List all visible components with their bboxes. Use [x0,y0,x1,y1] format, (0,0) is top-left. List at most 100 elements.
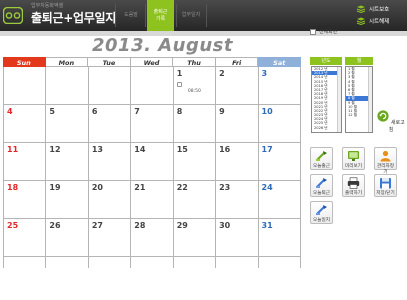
day-number: 25 [7,221,19,230]
tab-work-journal[interactable]: 업무일지 [178,0,204,31]
journal-button[interactable]: 오늘일지 [310,201,333,224]
calendar-day-cell[interactable]: 26 [46,219,89,256]
calendar-day-cell[interactable]: 31 [258,219,301,256]
calendar-day-cell[interactable]: 6 [88,105,132,142]
calendar-day-cell[interactable]: 17 [258,143,301,180]
calendar-day-cell[interactable]: 27 [88,219,132,256]
action-button-label: 출력하기 [345,191,362,196]
nav-divider [206,4,207,27]
tab-help[interactable]: 도움말 [118,0,144,31]
check-out-button[interactable]: 오늘퇴근 [310,174,333,197]
check-in-time: 08:50 [187,89,201,94]
month-list-scrollbar[interactable] [368,67,372,132]
fullscreen-toggle[interactable]: 전체화면 [310,28,337,35]
protect-sheet-label: 시트보호 [369,6,390,13]
day-number: 18 [7,183,19,192]
monitor-icon [348,151,359,161]
app-window: 업무자동화엑셀 출퇴근+업무일지 도움말 출퇴근 기록 업무일지 시트보호 시트… [0,0,407,300]
calendar-day-cell[interactable] [46,67,89,104]
calendar-week-row: 25 26 27 28 29 30 31 [4,219,301,257]
day-number: 9 [219,107,225,116]
calendar-day-cell[interactable] [131,257,174,268]
year-listbox[interactable]: 2012 년 2013 년 2014 년 2015 년 2016 년 2017 년 2018… [311,66,342,133]
calendar-day-cell[interactable]: 18 [4,181,47,218]
calendar-week-row: 18 19 20 21 22 23 24 [4,181,301,219]
attendance-checkbox[interactable] [176,82,182,87]
layers-icon [356,5,366,13]
check-out-icon [316,178,327,188]
calendar-day-cell[interactable]: 12 [46,143,89,180]
day-number: 5 [49,107,55,116]
save-icon [380,178,391,189]
day-number: 28 [134,221,146,230]
protect-sheet-button[interactable]: 시트보호 [356,3,389,14]
calendar-day-cell[interactable]: 21 [131,181,174,218]
calendar-day-cell[interactable]: 10 [258,105,301,142]
day-number: 4 [7,107,13,116]
calendar-day-cell[interactable]: 14 [131,143,174,180]
calendar-day-cell[interactable]: 4 [4,105,47,142]
calendar-day-cell[interactable] [131,67,174,104]
check-in-icon [316,151,327,161]
monitor-button[interactable]: 미리보기 [342,147,365,170]
calendar-day-cell[interactable] [4,67,47,104]
day-number: 10 [261,107,273,116]
calendar-day-cell[interactable] [88,67,132,104]
day-number: 12 [49,145,61,154]
day-number: 24 [261,183,273,192]
day-number: 3 [261,69,268,78]
calendar-day-cell[interactable]: 29 [173,219,217,256]
calendar-day-cell[interactable]: 23 [216,181,259,218]
day-number: 31 [261,221,273,230]
refresh-label: 새로고침 [388,120,405,133]
calendar-day-cell[interactable] [4,257,47,268]
unprotect-sheet-button[interactable]: 시트해제 [356,15,389,26]
fullscreen-checkbox[interactable] [310,28,316,35]
calendar-grid: 1 08:50 2 3 4 5 6 7 8 9 10 11 12 13 14 15 16 17 18 19 20 21 22… [3,67,301,268]
calendar-day-cell[interactable]: 24 [258,181,301,218]
day-number: 2 [219,69,225,78]
weekday-header: Sat [258,57,302,67]
calendar-day-cell[interactable] [258,257,301,268]
calendar-day-cell[interactable]: 19 [46,181,89,218]
calendar-day-cell[interactable]: 15 [173,143,217,180]
month-title: 2013. August [92,35,233,56]
calendar-day-cell[interactable]: 30 [216,219,259,256]
day-number: 30 [219,221,231,230]
year-list-scrollbar[interactable] [337,67,341,132]
calendar-week-row: 11 12 13 14 15 16 17 [4,143,301,181]
calendar-day-cell[interactable]: 22 [173,181,217,218]
tab-attendance[interactable]: 출퇴근 기록 [147,0,174,31]
action-button-label: 오늘출근 [313,164,330,169]
calendar-day-cell[interactable]: 28 [131,219,174,256]
printer-button[interactable]: 출력하기 [342,174,365,197]
calendar-day-cell[interactable] [173,257,217,268]
refresh-button[interactable]: 새로고침 [376,110,406,133]
calendar-day-cell[interactable]: 3 [258,67,301,104]
calendar-day-cell[interactable]: 8 [173,105,217,142]
calendar-day-cell[interactable]: 1 08:50 [173,67,217,104]
calendar-day-cell[interactable]: 16 [216,143,259,180]
calendar-day-cell[interactable] [216,257,259,268]
calendar-day-cell[interactable]: 2 [216,67,259,104]
calendar-day-cell[interactable]: 11 [4,143,47,180]
month-listbox[interactable]: 1 월2 월3 월4 월5 월6 월7 월8 월9 월 10 월 11 월 12 월 [345,66,373,133]
user-button[interactable]: 관리자정기 [374,147,397,175]
day-number: 13 [91,145,103,154]
month-list-header: 월 [345,57,373,65]
day-number: 20 [91,183,103,192]
tab-attendance-line2: 기록 [155,15,166,22]
calendar-day-cell[interactable]: 20 [88,181,132,218]
check-in-button[interactable]: 오늘출근 [310,147,333,170]
action-button-label: 오늘일지 [313,218,330,223]
calendar-day-cell[interactable]: 5 [46,105,89,142]
calendar-day-cell[interactable]: 13 [88,143,132,180]
save-button[interactable]: 저장/닫기 [374,174,397,197]
calendar-day-cell[interactable] [46,257,89,268]
calendar-day-cell[interactable] [88,257,132,268]
calendar-day-cell[interactable]: 9 [216,105,259,142]
calendar-day-cell[interactable]: 7 [131,105,174,142]
calendar-day-cell[interactable]: 25 [4,219,47,256]
nav-divider [145,4,146,27]
year-list-header: 년도 [310,57,342,65]
